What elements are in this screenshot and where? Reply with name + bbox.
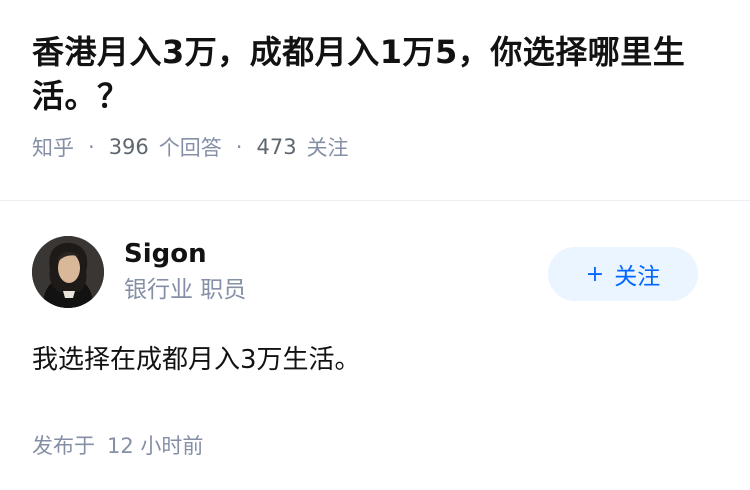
follow-count: 473 bbox=[256, 135, 297, 159]
question-header: 香港月入3万，成都月入1万5，你选择哪里生活。？ 知乎 · 396 个回答 · … bbox=[0, 0, 750, 170]
follow-count-label: 关注 bbox=[306, 136, 349, 160]
question-meta: 知乎 · 396 个回答 · 473 关注 bbox=[32, 132, 718, 162]
answer-count-label[interactable]: 个回答 bbox=[159, 132, 222, 162]
avatar[interactable] bbox=[32, 236, 104, 308]
author-info: Sigon 银行业 职员 bbox=[124, 237, 246, 307]
published-time: 12 小时前 bbox=[107, 434, 204, 458]
answer-count: 396 bbox=[108, 135, 149, 159]
meta-separator: · bbox=[235, 135, 243, 159]
publish-info: 发布于 12 小时前 bbox=[32, 430, 718, 460]
avatar-portrait-icon bbox=[32, 236, 104, 308]
author-name[interactable]: Sigon bbox=[124, 237, 246, 271]
plus-icon: + bbox=[585, 261, 605, 287]
answer-card: Sigon 银行业 职员 + 关注 我选择在成都月入3万生活。 发布于 12 小时… bbox=[0, 201, 750, 460]
follow-button[interactable]: + 关注 bbox=[548, 247, 698, 301]
meta-separator: · bbox=[88, 135, 95, 159]
author-bio: 银行业 职员 bbox=[124, 277, 247, 303]
source-label[interactable]: 知乎 bbox=[32, 132, 74, 162]
question-title[interactable]: 香港月入3万，成都月入1万5，你选择哪里生活。？ bbox=[32, 30, 718, 118]
answer-content[interactable]: 我选择在成都月入3万生活。 bbox=[32, 340, 718, 380]
published-label: 发布于 bbox=[32, 434, 95, 458]
follow-button-label: 关注 bbox=[614, 264, 661, 290]
